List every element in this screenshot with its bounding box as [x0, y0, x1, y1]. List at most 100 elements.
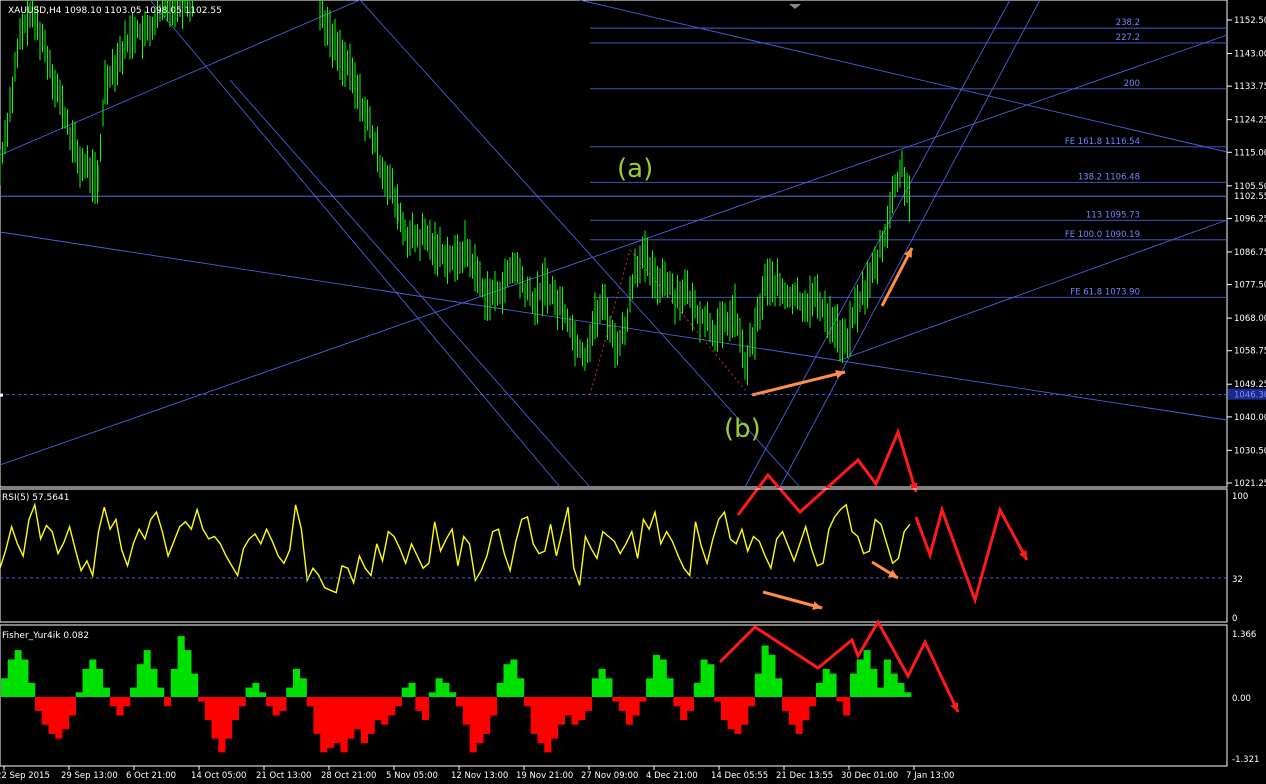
- time-tick-label: 22 Sep 2015: [0, 771, 50, 781]
- price-tick-label: 1096.25: [1234, 214, 1266, 224]
- fisher-bar: [428, 692, 436, 697]
- fisher-bar: [89, 659, 97, 697]
- price-tick-label: 1086.75: [1234, 248, 1266, 258]
- fisher-bar: [476, 697, 484, 744]
- fisher-bar: [401, 687, 409, 697]
- fisher-bar: [449, 692, 457, 697]
- fisher-bar: [306, 697, 314, 707]
- time-tick-label: 29 Sep 13:00: [61, 771, 118, 781]
- fib-level-label: FE 100.0 1090.19: [1065, 230, 1140, 240]
- fisher-bar: [720, 697, 728, 721]
- fisher-bar: [293, 668, 301, 697]
- fisher-bar: [578, 697, 586, 721]
- fisher-bar: [381, 697, 389, 725]
- fisher-bar: [510, 659, 518, 697]
- fisher-bar: [130, 687, 138, 697]
- fisher-bar: [347, 697, 355, 739]
- fisher-bar: [55, 697, 63, 739]
- chart-window[interactable]: 238.2 227.2 200 FE 161.8 1116.54 138.2 1106.…: [0, 0, 1266, 784]
- fisher-bar: [714, 697, 722, 702]
- fisher-bar: [775, 678, 783, 697]
- price-tick-label: 1058.75: [1234, 347, 1266, 357]
- rsi-label: RSI(5) 57.5641: [2, 493, 69, 503]
- fisher-bar: [503, 664, 511, 697]
- fisher-bar: [605, 678, 613, 697]
- price-tick-label: 1115.00: [1234, 148, 1266, 158]
- fisher-bar: [136, 664, 144, 697]
- price-tick-label: 1124.25: [1234, 116, 1266, 126]
- fisher-bar: [109, 697, 117, 707]
- price-tick-label: 1021.25: [1234, 479, 1266, 489]
- fisher-bar: [904, 692, 912, 697]
- fisher-bar: [761, 645, 769, 697]
- fisher-bar: [897, 682, 905, 697]
- price-tick-label: 1068.00: [1234, 314, 1266, 324]
- fisher-bar: [877, 687, 885, 697]
- fisher-bar: [652, 654, 660, 697]
- rsi-level-label: 100: [1232, 492, 1248, 502]
- fisher-bar: [585, 697, 593, 711]
- fisher-bar: [564, 697, 572, 716]
- fib-level-label: FE 161.8 1116.54: [1065, 137, 1140, 147]
- fisher-bar: [286, 687, 294, 697]
- fisher-bar: [741, 697, 749, 725]
- fisher-bar: [102, 687, 110, 697]
- fisher-bar: [734, 697, 742, 734]
- fisher-bar: [849, 673, 857, 697]
- fisher-bar: [204, 697, 212, 721]
- fisher-bar: [143, 650, 151, 697]
- fisher-bar: [157, 687, 165, 697]
- time-tick-label: 5 Nov 05:00: [386, 771, 438, 781]
- price-tick-label: 1133.75: [1234, 82, 1266, 92]
- fisher-bar: [788, 697, 796, 725]
- fisher-bar: [116, 697, 124, 716]
- fisher-bar: [856, 659, 864, 697]
- fisher-bar: [483, 697, 491, 734]
- time-tick-label: 12 Nov 13:00: [451, 771, 508, 781]
- fisher-bar: [462, 697, 470, 725]
- fisher-bar: [469, 697, 477, 753]
- fisher-bar: [68, 697, 76, 716]
- fisher-bar: [272, 697, 280, 716]
- fisher-bar: [530, 697, 538, 734]
- fisher-bar: [170, 668, 178, 697]
- fisher-bar: [265, 697, 273, 707]
- time-tick-label: 14 Dec 05:55: [711, 771, 768, 781]
- fisher-level-label: -1.321: [1232, 755, 1259, 765]
- fisher-bar: [659, 659, 667, 697]
- time-tick-label: 21 Dec 13:55: [776, 771, 833, 781]
- fisher-bar: [28, 682, 36, 697]
- time-tick-label: 14 Oct 05:00: [191, 771, 246, 781]
- fisher-bar: [517, 678, 525, 697]
- fisher-bar: [809, 697, 817, 707]
- fisher-bar: [408, 682, 416, 697]
- fib-level-label: 227.2: [1116, 33, 1140, 43]
- fisher-bar: [442, 682, 450, 697]
- fisher-bar: [48, 697, 56, 734]
- fisher-bar: [96, 668, 104, 697]
- fisher-bar: [259, 692, 267, 697]
- fisher-bar: [238, 697, 246, 707]
- wave-label-a: (a): [617, 154, 653, 184]
- fisher-bar: [75, 692, 83, 697]
- fisher-bar: [7, 659, 15, 697]
- fisher-bar: [394, 697, 402, 707]
- fisher-bar: [707, 664, 715, 697]
- fisher-bar: [680, 697, 688, 721]
- fisher-bar: [490, 697, 498, 716]
- rsi-level-label: 32: [1232, 575, 1243, 585]
- fisher-bar: [333, 697, 341, 744]
- price-tick-label: 1040.00: [1234, 413, 1266, 423]
- fisher-bar: [211, 697, 219, 739]
- fisher-bar: [279, 697, 287, 711]
- fisher-bar: [802, 697, 810, 721]
- fisher-bar: [327, 697, 335, 748]
- fisher-bar: [727, 697, 735, 730]
- price-tick-label: 1077.50: [1234, 281, 1266, 291]
- fisher-bar: [591, 678, 599, 697]
- fisher-bar: [1, 678, 9, 697]
- fisher-bar: [245, 687, 253, 697]
- wave-label-b: (b): [724, 414, 761, 444]
- fib-level-label: FE 61.8 1073.90: [1070, 287, 1140, 297]
- fib-level-label: 113 1095.73: [1086, 210, 1140, 220]
